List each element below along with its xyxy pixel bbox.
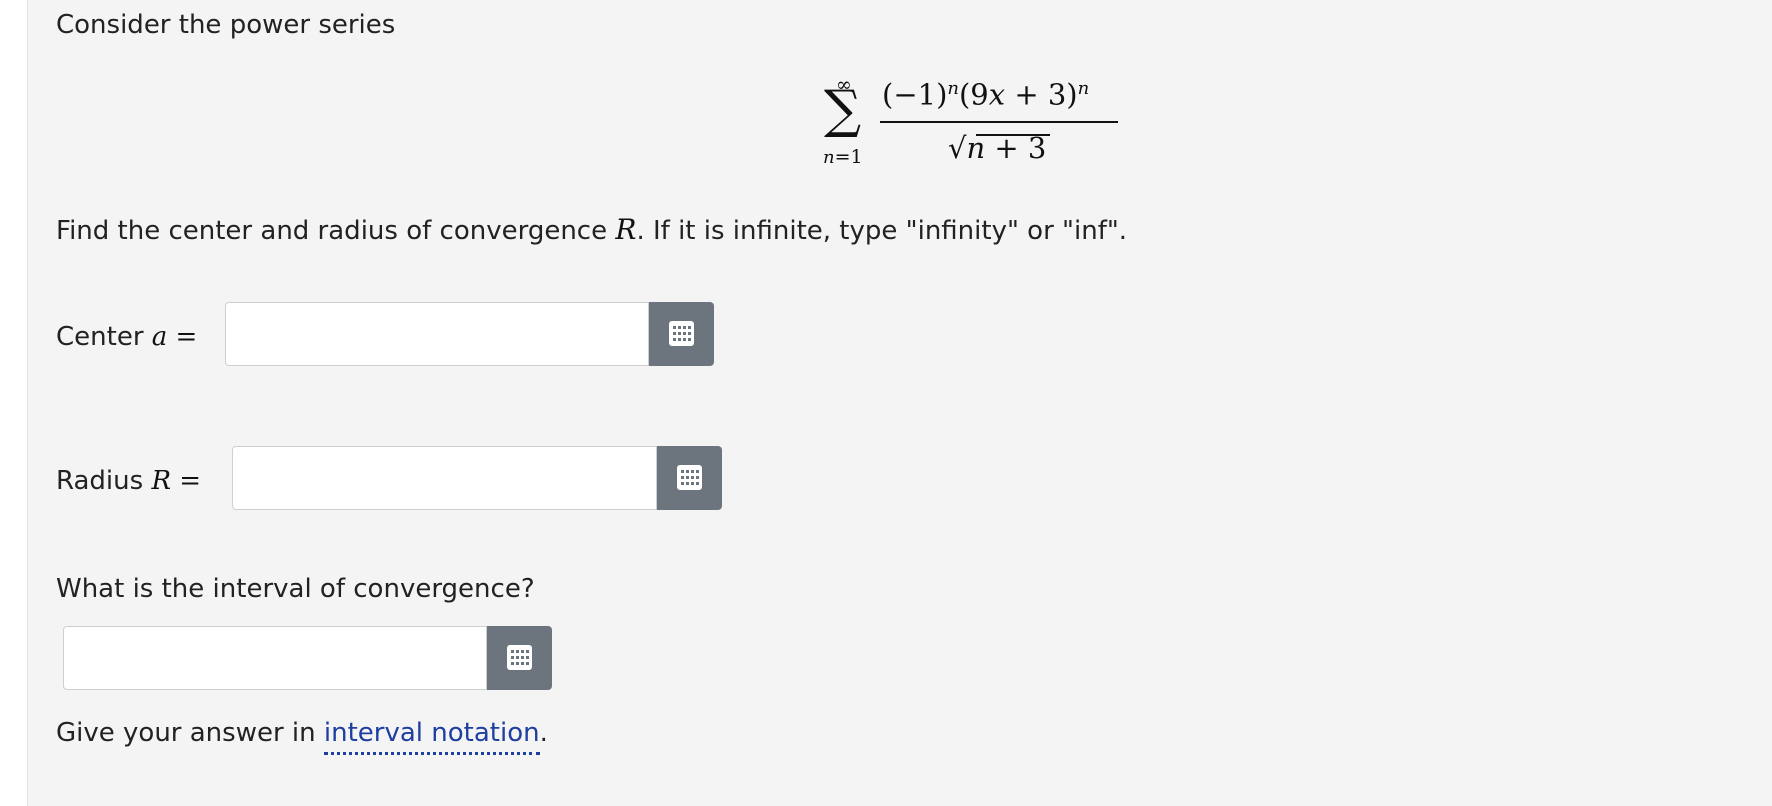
radius-input[interactable] [232, 446, 657, 510]
center-label: Center a = [56, 322, 198, 352]
radius-label: Radius R = [56, 466, 202, 496]
center-input[interactable] [225, 302, 649, 366]
interval-hint: Give your answer in interval notation. [56, 718, 548, 755]
sqrt-bar [976, 134, 1050, 136]
center-keyboard-button[interactable] [649, 302, 714, 366]
interval-keyboard-button[interactable] [487, 626, 552, 690]
radius-keyboard-button[interactable] [657, 446, 722, 510]
sum-lower-limit: n=1 [823, 146, 863, 168]
interval-notation-link[interactable]: interval notation [323, 718, 540, 755]
keyboard-icon [507, 645, 532, 670]
fraction-bar [880, 121, 1118, 123]
formula-numerator: (−1)n(9x + 3)n [882, 77, 1090, 112]
sigma-symbol: ∑ [824, 80, 862, 140]
keyboard-icon [677, 465, 702, 490]
instruction-text: Find the center and radius of convergenc… [56, 213, 1128, 246]
power-series-formula: ∞ ∑ n=1 (−1)n(9x + 3)n √n + 3 [818, 70, 1118, 180]
keyboard-icon [669, 321, 694, 346]
formula-denominator: √n + 3 [948, 131, 1047, 165]
interval-input[interactable] [63, 626, 487, 690]
intro-text: Consider the power series [56, 10, 396, 40]
question-panel: Consider the power series ∞ ∑ n=1 (−1)n(… [27, 0, 1772, 806]
interval-prompt: What is the interval of convergence? [56, 574, 535, 604]
